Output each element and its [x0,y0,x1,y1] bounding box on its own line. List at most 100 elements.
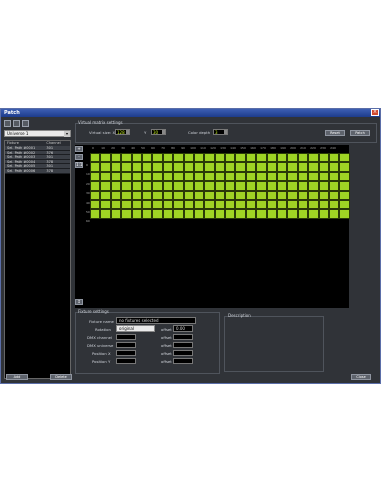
matrix-cell[interactable] [256,209,267,219]
matrix-cell[interactable] [287,153,298,163]
matrix-cell[interactable] [121,162,132,172]
matrix-cell[interactable] [225,209,236,219]
matrix-cell[interactable] [152,209,163,219]
matrix-cell[interactable] [100,153,111,163]
patch-button[interactable]: Patch [350,130,370,136]
matrix-cell[interactable] [318,209,329,219]
matrix-cell[interactable] [256,171,267,182]
save-icon[interactable] [22,120,29,127]
add-button[interactable]: Add [6,374,28,380]
matrix-cell[interactable] [225,162,236,172]
matrix-cell[interactable] [204,171,215,182]
matrix-cell[interactable] [277,181,288,191]
matrix-cell[interactable] [152,171,163,182]
fixture-row[interactable]: Sel. Path #0006 378 [5,168,70,174]
matrix-cell[interactable] [339,190,350,200]
matrix-cell[interactable] [121,181,132,191]
matrix-cell[interactable] [328,199,340,210]
matrix-cell[interactable] [131,209,142,219]
matrix-cell[interactable] [204,181,215,191]
delete-button[interactable]: Delete [50,374,72,380]
matrix-cell[interactable] [110,153,122,163]
dmx-universe-input[interactable] [116,342,136,348]
matrix-cell[interactable] [235,153,246,163]
matrix-cell[interactable] [266,199,278,210]
fixture-list[interactable]: Fixture Channel Sel. Path #0001 301 Sel. P… [4,140,71,379]
matrix-cell[interactable] [328,209,340,219]
matrix-cell[interactable] [266,171,278,182]
matrix-cell[interactable] [225,153,236,163]
matrix-cell[interactable] [110,190,122,200]
matrix-cell[interactable] [328,181,340,191]
matrix-cell[interactable] [121,190,132,200]
matrix-cell[interactable] [90,190,101,200]
offset-field[interactable]: 0.00 [173,325,193,332]
matrix-cell[interactable] [214,209,226,219]
matrix-cell[interactable] [256,190,267,200]
matrix-cell[interactable] [193,190,205,200]
matrix-cell[interactable] [131,171,142,182]
matrix-cell[interactable] [318,162,329,172]
matrix-cell[interactable] [100,171,111,182]
matrix-cell[interactable] [245,181,257,191]
matrix-cell[interactable] [318,190,329,200]
size-y-input[interactable]: 30 [151,129,166,135]
reset-button[interactable]: Reset [325,130,345,136]
matrix-cell[interactable] [256,153,267,163]
matrix-cell[interactable] [183,209,194,219]
matrix-cell[interactable] [214,190,226,200]
matrix-cell[interactable] [90,162,101,172]
matrix-cell[interactable] [162,181,174,191]
matrix-cell[interactable] [162,190,174,200]
matrix-cell[interactable] [287,209,298,219]
matrix-cell[interactable] [152,162,163,172]
matrix-cell[interactable] [90,153,101,163]
matrix-cell[interactable] [90,199,101,210]
matrix-cell[interactable] [297,209,309,219]
matrix-cell[interactable] [204,162,215,172]
matrix-cell[interactable] [110,171,122,182]
matrix-cell[interactable] [245,162,257,172]
position-y-input[interactable] [116,358,136,364]
matrix-cell[interactable] [100,181,111,191]
matrix-cell[interactable] [131,153,142,163]
matrix-cell[interactable] [308,190,319,200]
zoom-out-button[interactable]: - [75,154,83,160]
matrix-cell[interactable] [183,171,194,182]
position-x-input[interactable] [116,350,136,356]
matrix-cell[interactable] [141,190,153,200]
open-icon[interactable] [13,120,20,127]
offset-input-2[interactable] [173,334,193,340]
matrix-cell[interactable] [339,181,350,191]
matrix-cell[interactable] [277,209,288,219]
matrix-cell[interactable] [245,209,257,219]
matrix-cell[interactable] [277,153,288,163]
matrix-cell[interactable] [277,171,288,182]
matrix-cell[interactable] [141,162,153,172]
matrix-cell[interactable] [193,171,205,182]
matrix-cell[interactable] [162,209,174,219]
matrix-cell[interactable] [214,153,226,163]
matrix-cell[interactable] [297,190,309,200]
matrix-cell[interactable] [183,162,194,172]
matrix-cell[interactable] [318,199,329,210]
matrix-cell[interactable] [183,153,194,163]
matrix-cell[interactable] [162,171,174,182]
size-x-input[interactable]: 128 [115,129,130,135]
matrix-cell[interactable] [287,199,298,210]
matrix-cell[interactable] [204,153,215,163]
matrix-cell[interactable] [141,199,153,210]
matrix-cell[interactable] [110,162,122,172]
matrix-cell[interactable] [308,181,319,191]
matrix-cell[interactable] [318,181,329,191]
matrix-cell[interactable] [297,153,309,163]
matrix-cell[interactable] [297,199,309,210]
matrix-cell[interactable] [193,162,205,172]
matrix-cell[interactable] [141,209,153,219]
matrix-cell[interactable] [121,199,132,210]
matrix-cell[interactable] [308,162,319,172]
matrix-cell[interactable] [225,199,236,210]
matrix-cell[interactable] [245,190,257,200]
offset-input-5[interactable] [173,358,193,364]
matrix-cell[interactable] [152,190,163,200]
